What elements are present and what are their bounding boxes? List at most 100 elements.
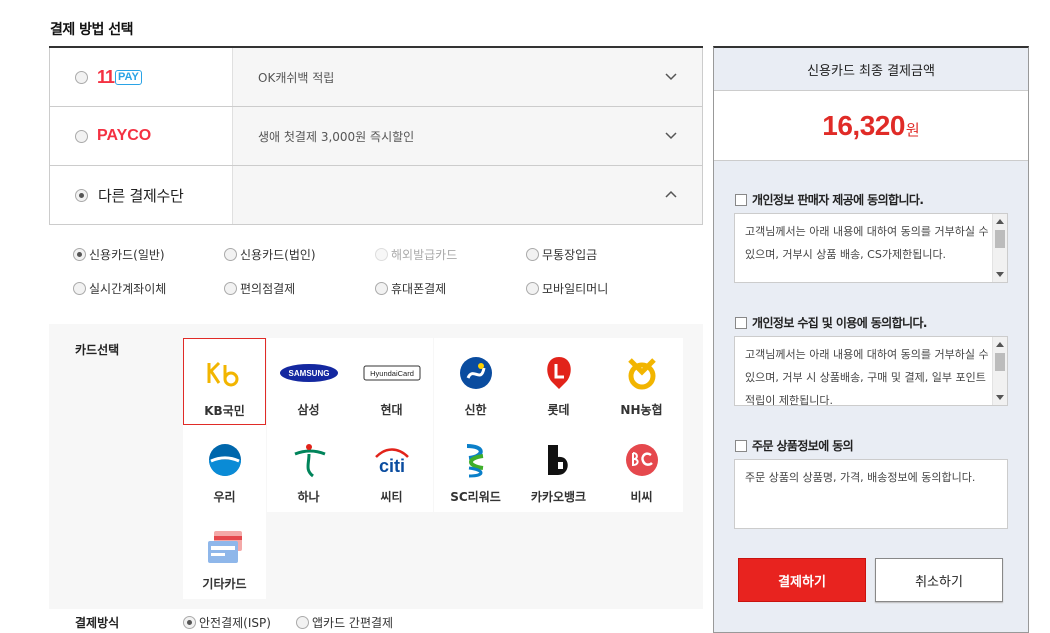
card-shinhan[interactable]: 신한	[434, 338, 517, 425]
pay-way-appcard[interactable]: 앱카드 간편결제	[296, 614, 393, 631]
card-select-label: 카드선택	[75, 343, 120, 357]
radio[interactable]	[73, 248, 86, 261]
card-name: 씨티	[380, 490, 403, 504]
option-bank-deposit[interactable]: 무통장입금	[526, 246, 597, 263]
card-sc[interactable]: SC리워드	[434, 425, 517, 512]
option-mobile-tmoney[interactable]: 모바일티머니	[526, 280, 608, 297]
radio[interactable]	[73, 282, 86, 295]
agree-provide-seller[interactable]: 개인정보 판매자 제공에 동의합니다.	[735, 191, 924, 208]
amount-value: 16,320	[822, 109, 905, 141]
radio-payco[interactable]	[75, 129, 88, 143]
card-kb[interactable]: KB국민	[183, 338, 266, 425]
card-lotte[interactable]: 롯데	[517, 338, 600, 425]
payco-logo: PAYCO	[97, 127, 152, 144]
kb-icon	[205, 351, 245, 397]
pay-way-label: 결제방식	[75, 616, 120, 630]
sc-icon	[461, 437, 491, 483]
radio[interactable]	[526, 282, 539, 295]
scroll-up-icon[interactable]	[996, 342, 1004, 347]
method-11pay[interactable]: 11 PAY OK캐쉬백 적립	[49, 48, 703, 107]
11pay-logo: 11 PAY	[97, 67, 142, 88]
chevron-down-icon[interactable]	[664, 70, 678, 84]
summary-amount: 16,320 원	[714, 91, 1028, 161]
page-title: 결제 방법 선택	[50, 22, 134, 38]
radio-other[interactable]	[75, 188, 88, 202]
summary-title: 신용카드 최종 결제금액	[714, 48, 1028, 91]
samsung-icon: SAMSUNG	[279, 350, 339, 396]
card-citi[interactable]: citi 씨티	[350, 425, 433, 512]
agree-collect-use-text[interactable]: 고객님께서는 아래 내용에 대하여 동의를 거부하실 수 있으며, 거부 시 상…	[734, 336, 1008, 406]
checkbox[interactable]	[735, 316, 747, 329]
card-hana[interactable]: 하나	[267, 425, 350, 512]
card-name: 현대	[380, 403, 403, 417]
method-other-label: 다른 결제수단	[98, 186, 184, 205]
option-credit-corporate[interactable]: 신용카드(법인)	[224, 246, 316, 263]
radio[interactable]	[296, 616, 309, 629]
card-name: 롯데	[547, 403, 570, 417]
card-bc[interactable]: 비씨	[600, 425, 683, 512]
cancel-button[interactable]: 취소하기	[875, 558, 1003, 602]
card-samsung[interactable]: SAMSUNG 삼성	[267, 338, 350, 425]
scroll-thumb[interactable]	[995, 230, 1005, 248]
scrollbar[interactable]	[992, 337, 1007, 405]
lotte-icon	[542, 350, 576, 396]
checkbox[interactable]	[735, 193, 747, 206]
radio	[375, 248, 388, 261]
method-11pay-desc: OK캐쉬백 적립	[233, 48, 702, 106]
bc-icon	[625, 437, 659, 483]
card-name: 신한	[464, 403, 487, 417]
scroll-down-icon[interactable]	[996, 272, 1004, 277]
method-payco-desc: 생애 첫결제 3,000원 즉시할인	[233, 107, 702, 165]
card-hyundai[interactable]: HyundaiCard 현대	[350, 338, 433, 425]
card-select-area: 카드선택 KB국민 SAMSUNG 삼성 HyundaiCard 현대 신한 롯…	[49, 324, 703, 609]
option-convenience-store[interactable]: 편의점결제	[224, 280, 295, 297]
scroll-thumb[interactable]	[995, 353, 1005, 371]
samsung-logo-text: SAMSUNG	[288, 369, 329, 378]
card-kakaobank[interactable]: 카카오뱅크	[517, 425, 600, 512]
chevron-down-icon[interactable]	[664, 129, 678, 143]
card-name: 비씨	[630, 490, 653, 504]
shinhan-icon	[459, 350, 493, 396]
card-name: 기타카드	[202, 577, 247, 591]
chevron-up-icon[interactable]	[664, 188, 678, 202]
scroll-up-icon[interactable]	[996, 219, 1004, 224]
agree-provide-seller-text[interactable]: 고객님께서는 아래 내용에 대하여 동의를 거부하실 수 있으며, 거부시 상품…	[734, 213, 1008, 283]
agree-order-info-text[interactable]: 주문 상품의 상품명, 가격, 배송정보에 동의합니다.	[734, 459, 1008, 529]
card-woori[interactable]: 우리	[183, 425, 266, 512]
option-credit-personal[interactable]: 신용카드(일반)	[73, 246, 165, 263]
card-name: NH농협	[620, 403, 663, 417]
method-other[interactable]: 다른 결제수단	[49, 166, 703, 225]
scrollbar[interactable]	[992, 214, 1007, 282]
checkbox[interactable]	[735, 439, 747, 452]
kakaobank-icon	[545, 437, 573, 483]
card-name: 하나	[297, 490, 320, 504]
radio-11pay[interactable]	[75, 70, 88, 84]
card-name: 카카오뱅크	[530, 490, 587, 504]
pay-button[interactable]: 결제하기	[738, 558, 866, 602]
nh-icon	[625, 350, 659, 396]
pay-way-isp[interactable]: 안전결제(ISP)	[183, 614, 271, 631]
radio[interactable]	[375, 282, 388, 295]
option-overseas-card: 해외발급카드	[375, 246, 457, 263]
hyundai-icon: HyundaiCard	[363, 350, 421, 396]
radio[interactable]	[224, 248, 237, 261]
agree-order-info[interactable]: 주문 상품정보에 동의	[735, 437, 854, 454]
method-other-desc	[233, 166, 702, 224]
option-mobile-phone[interactable]: 휴대폰결제	[375, 280, 446, 297]
scroll-down-icon[interactable]	[996, 395, 1004, 400]
method-payco[interactable]: PAYCO 생애 첫결제 3,000원 즉시할인	[49, 107, 703, 166]
hana-icon	[291, 437, 327, 483]
payment-methods-panel: 11 PAY OK캐쉬백 적립 PAYCO 생애 첫결제 3,000원 즉시할인 …	[49, 46, 703, 633]
amount-unit: 원	[905, 121, 920, 139]
woori-icon	[208, 437, 242, 483]
radio[interactable]	[183, 616, 196, 629]
radio[interactable]	[224, 282, 237, 295]
option-realtime-transfer[interactable]: 실시간계좌이체	[73, 280, 166, 297]
card-nh[interactable]: NH농협	[600, 338, 683, 425]
radio[interactable]	[526, 248, 539, 261]
citi-logo-text: citi	[378, 456, 404, 475]
agree-collect-use[interactable]: 개인정보 수집 및 이용에 동의합니다.	[735, 314, 927, 331]
card-name: KB국민	[204, 404, 245, 418]
card-other[interactable]: 기타카드	[183, 512, 266, 599]
card-name: 우리	[213, 490, 236, 504]
